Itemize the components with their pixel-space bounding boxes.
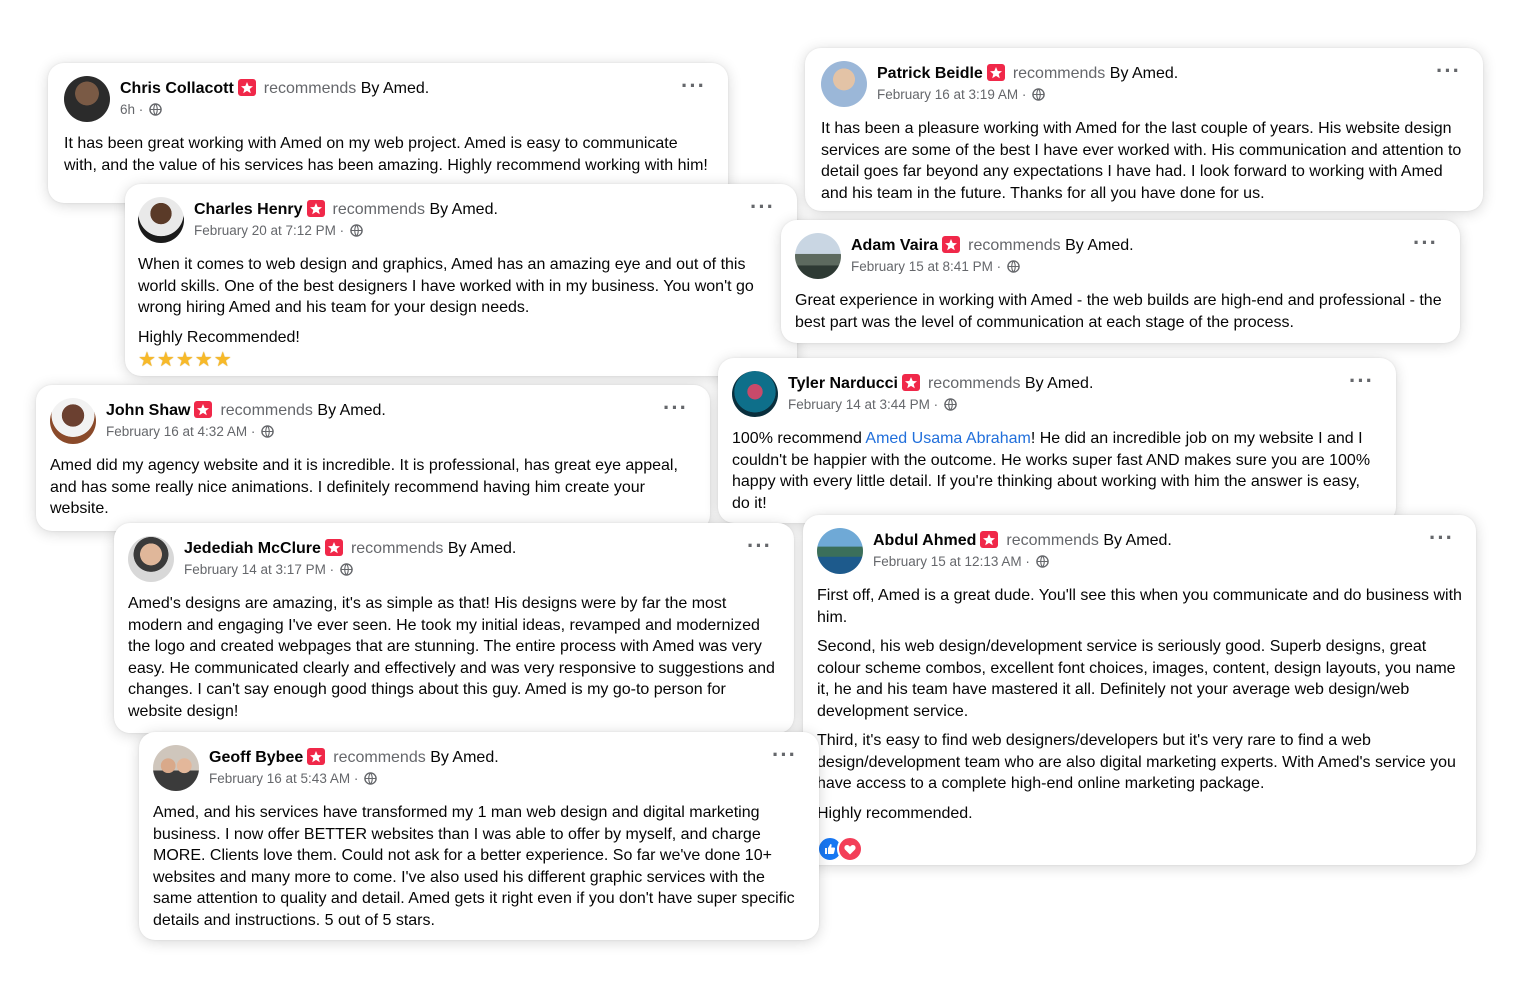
globe-icon bbox=[149, 103, 162, 116]
globe-icon bbox=[944, 398, 957, 411]
avatar[interactable] bbox=[821, 61, 867, 107]
recommend-icon bbox=[306, 200, 325, 217]
post-time[interactable]: February 16 at 5:43 AM bbox=[209, 771, 350, 786]
recommended-page[interactable]: By Amed. bbox=[1110, 65, 1178, 82]
recommended-page[interactable]: By Amed. bbox=[1065, 237, 1133, 254]
recommends-text: recommends bbox=[332, 201, 425, 218]
reviewer-name[interactable]: Patrick Beidle bbox=[877, 65, 983, 82]
globe-icon bbox=[261, 425, 274, 438]
recommend-icon bbox=[901, 374, 920, 391]
recommended-page[interactable]: By Amed. bbox=[361, 80, 429, 97]
reviewer-name[interactable]: Tyler Narducci bbox=[788, 375, 898, 392]
globe-icon bbox=[1035, 555, 1049, 568]
mention-link[interactable]: Amed Usama Abraham bbox=[865, 430, 1030, 447]
review-text: Great experience in working with Amed - … bbox=[795, 292, 1442, 331]
review-text: First off, Amed is a great dude. You'll … bbox=[817, 587, 1462, 822]
avatar[interactable] bbox=[50, 398, 96, 444]
recommends-text: recommends bbox=[220, 402, 313, 419]
avatar[interactable] bbox=[64, 76, 110, 122]
globe-icon bbox=[340, 563, 353, 576]
post-time[interactable]: February 14 at 3:17 PM bbox=[184, 562, 326, 577]
recommended-page[interactable]: By Amed. bbox=[448, 540, 516, 557]
review-card-patrick-beidle: Patrick Beidle recommends By Amed. Februa… bbox=[805, 48, 1483, 211]
reviewer-name[interactable]: Adam Vaira bbox=[851, 237, 938, 254]
globe-icon bbox=[1032, 88, 1045, 101]
more-options-icon[interactable]: ··· bbox=[1413, 232, 1438, 254]
avatar[interactable] bbox=[128, 536, 174, 582]
reviewer-name[interactable]: Chris Collacott bbox=[120, 80, 234, 97]
more-options-icon[interactable]: ··· bbox=[1436, 60, 1461, 82]
star-rating: ★★★★★ bbox=[138, 349, 233, 371]
more-options-icon[interactable]: ··· bbox=[747, 535, 772, 557]
recommend-icon bbox=[980, 531, 999, 548]
recommend-icon bbox=[194, 401, 213, 418]
avatar[interactable] bbox=[153, 745, 199, 791]
recommend-icon bbox=[986, 64, 1005, 81]
post-time[interactable]: February 15 at 8:41 PM bbox=[851, 259, 993, 274]
recommended-page[interactable]: By Amed. bbox=[1025, 375, 1093, 392]
review-card-abdul-ahmed: Abdul Ahmed recommends By Amed. February … bbox=[803, 515, 1476, 865]
review-card-adam-vaira: Adam Vaira recommends By Amed. February 1… bbox=[781, 220, 1460, 343]
reactions-bar[interactable] bbox=[817, 836, 1462, 862]
review-text: 100% recommend Amed Usama Abraham! He di… bbox=[732, 430, 1371, 512]
reviewer-name[interactable]: Charles Henry bbox=[194, 201, 303, 218]
globe-icon bbox=[364, 772, 377, 785]
recommends-text: recommends bbox=[350, 540, 444, 557]
globe-icon bbox=[1007, 260, 1020, 273]
review-text: It has been a pleasure working with Amed… bbox=[821, 120, 1462, 202]
reviewer-name[interactable]: John Shaw bbox=[106, 402, 190, 419]
review-card-chris-collacott: Chris Collacott recommends By Amed. 6h · … bbox=[48, 63, 728, 203]
recommended-page[interactable]: By Amed. bbox=[317, 402, 385, 419]
review-text: When it comes to web design and graphics… bbox=[138, 254, 783, 370]
recommends-text: recommends bbox=[1006, 532, 1099, 549]
post-time[interactable]: February 16 at 4:32 AM bbox=[106, 424, 247, 439]
avatar[interactable] bbox=[138, 197, 184, 243]
recommended-page[interactable]: By Amed. bbox=[1103, 532, 1171, 549]
more-options-icon[interactable]: ··· bbox=[681, 75, 706, 97]
post-time[interactable]: February 14 at 3:44 PM bbox=[788, 397, 930, 412]
review-card-jedediah-mcclure: Jedediah McClure recommends By Amed. Febr… bbox=[114, 523, 794, 733]
recommended-page[interactable]: By Amed. bbox=[429, 201, 497, 218]
globe-icon bbox=[350, 224, 363, 237]
review-text: Amed's designs are amazing, it's as simp… bbox=[128, 595, 775, 720]
recommends-text: recommends bbox=[333, 749, 426, 766]
post-time[interactable]: February 15 at 12:13 AM bbox=[873, 554, 1022, 569]
more-options-icon[interactable]: ··· bbox=[772, 744, 797, 766]
more-options-icon[interactable]: ··· bbox=[750, 196, 775, 218]
review-text: It has been great working with Amed on m… bbox=[64, 135, 708, 174]
post-time[interactable]: 6h bbox=[120, 102, 135, 117]
love-reaction-icon[interactable] bbox=[837, 836, 863, 862]
recommended-page[interactable]: By Amed. bbox=[430, 749, 498, 766]
review-text: Amed, and his services have transformed … bbox=[153, 804, 795, 929]
more-options-icon[interactable]: ··· bbox=[1429, 527, 1454, 549]
review-card-tyler-narducci: Tyler Narducci recommends By Amed. Februa… bbox=[718, 358, 1396, 523]
avatar[interactable] bbox=[732, 371, 778, 417]
more-options-icon[interactable]: ··· bbox=[1349, 370, 1374, 392]
avatar[interactable] bbox=[817, 528, 863, 574]
recommends-text: recommends bbox=[927, 375, 1021, 392]
recommends-text: recommends bbox=[1012, 65, 1106, 82]
reviewer-name[interactable]: Jedediah McClure bbox=[184, 540, 321, 557]
recommend-icon bbox=[942, 236, 961, 253]
review-card-geoff-bybee: Geoff Bybee recommends By Amed. February … bbox=[139, 732, 819, 940]
recommend-icon bbox=[324, 539, 343, 556]
review-card-john-shaw: John Shaw recommends By Amed. February 16… bbox=[36, 385, 710, 531]
reviewer-name[interactable]: Abdul Ahmed bbox=[873, 532, 976, 549]
review-text: Amed did my agency website and it is inc… bbox=[50, 457, 678, 517]
more-options-icon[interactable]: ··· bbox=[663, 397, 688, 419]
recommend-icon bbox=[237, 79, 256, 96]
avatar[interactable] bbox=[795, 233, 841, 279]
recommends-text: recommends bbox=[263, 80, 357, 97]
recommends-text: recommends bbox=[968, 237, 1061, 254]
reviewer-name[interactable]: Geoff Bybee bbox=[209, 749, 303, 766]
review-card-charles-henry: Charles Henry recommends By Amed. Februar… bbox=[125, 184, 797, 376]
post-time[interactable]: February 20 at 7:12 PM bbox=[194, 223, 336, 238]
post-time[interactable]: February 16 at 3:19 AM bbox=[877, 87, 1018, 102]
recommend-icon bbox=[307, 748, 326, 765]
